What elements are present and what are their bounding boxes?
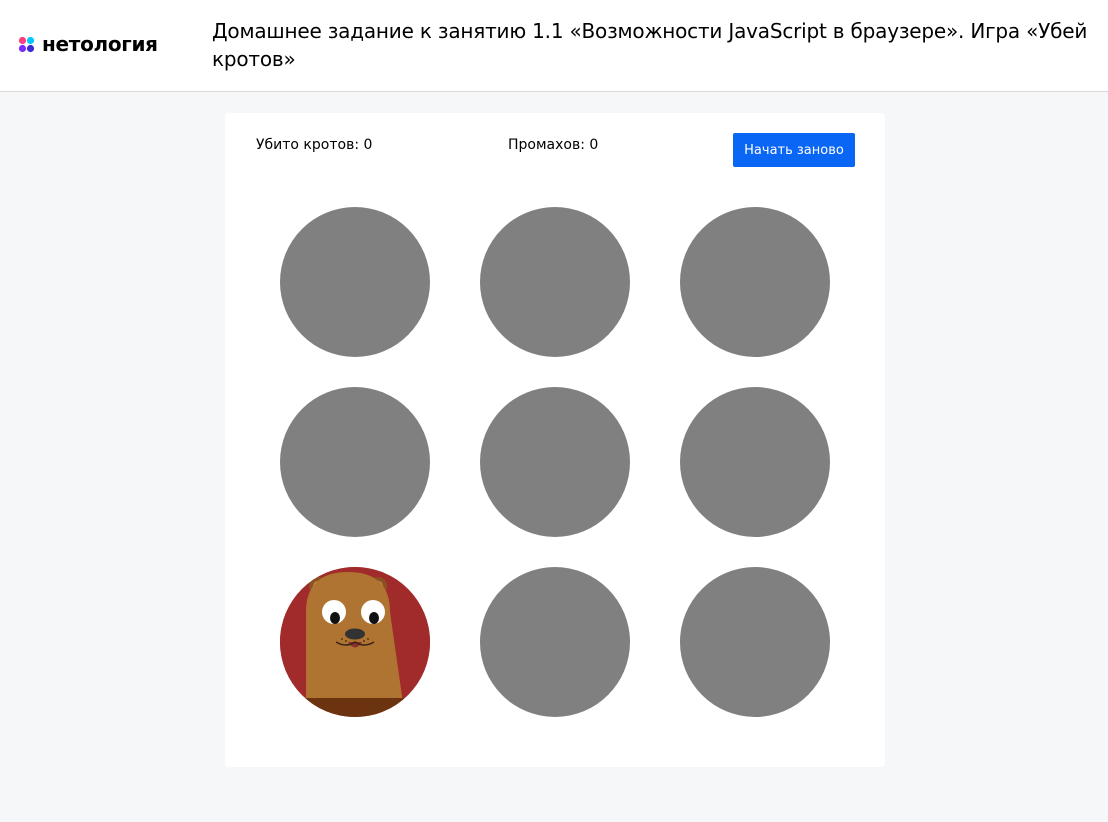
hole-1[interactable] [280, 207, 430, 357]
netology-logo-icon [18, 36, 35, 52]
missed-label: Промахов: [508, 137, 585, 153]
restart-button[interactable]: Начать заново [733, 133, 855, 167]
page-header: нетология Домашнее задание к занятию 1.1… [0, 0, 1108, 92]
game-board: Убито кротов: 0 Промахов: 0 Начать занов… [225, 113, 885, 767]
hole-3[interactable] [680, 207, 830, 357]
killed-value: 0 [363, 137, 373, 153]
logo-text: нетология [42, 32, 158, 56]
page-title: Домашнее задание к занятию 1.1 «Возможно… [212, 19, 1088, 71]
hole-9[interactable] [680, 567, 830, 717]
missed-counter: Промахов: 0 [508, 135, 598, 155]
hole-4[interactable] [280, 387, 430, 537]
hole-7[interactable] [280, 567, 430, 717]
hole-8[interactable] [480, 567, 630, 717]
missed-value: 0 [589, 137, 599, 153]
mole-icon [280, 567, 430, 717]
netology-logo[interactable]: нетология [18, 33, 158, 55]
killed-counter: Убито кротов: 0 [256, 135, 372, 155]
killed-label: Убито кротов: [256, 137, 360, 153]
hole-5[interactable] [480, 387, 630, 537]
hole-2[interactable] [480, 207, 630, 357]
hole-6[interactable] [680, 387, 830, 537]
